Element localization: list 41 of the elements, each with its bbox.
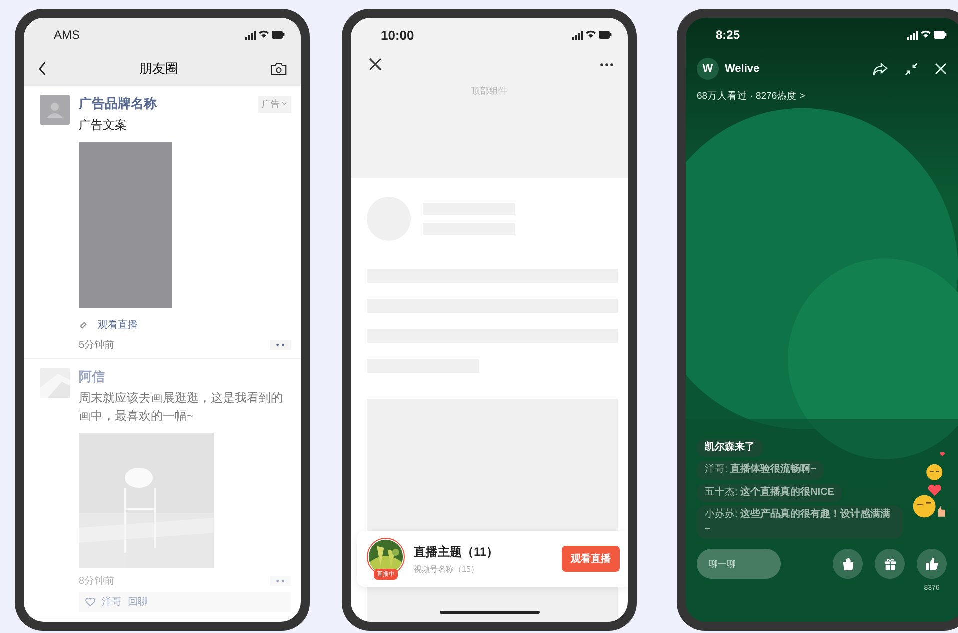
status-time: 10:00 xyxy=(381,28,414,42)
more-button[interactable] xyxy=(270,340,291,350)
watch-live-button[interactable]: 观看直播 xyxy=(562,546,620,572)
carrier-label: AMS xyxy=(54,28,80,42)
chat-message: 小苏苏: 这些产品真的很有趣！设计感满满~ xyxy=(697,506,903,539)
status-icons xyxy=(572,29,612,41)
gift-icon xyxy=(884,558,896,570)
channel-name: 视频号名称（15） xyxy=(414,564,480,574)
status-time: 8:25 xyxy=(716,28,740,42)
chat-message: 洋哥: 直播体验很流畅啊~ xyxy=(697,461,824,480)
bag-icon xyxy=(842,558,854,570)
gift-button[interactable] xyxy=(875,549,905,579)
dots-icon xyxy=(276,343,285,348)
thumbs-up-icon xyxy=(925,557,939,571)
status-icons xyxy=(245,29,285,41)
link-icon xyxy=(79,320,88,330)
post-text: 广告文案 xyxy=(79,117,127,134)
camera-icon[interactable] xyxy=(271,62,287,76)
back-icon[interactable] xyxy=(38,62,47,76)
host-name[interactable]: Welive xyxy=(725,63,760,75)
minimize-icon[interactable] xyxy=(905,62,918,76)
avatar-icon xyxy=(40,95,70,125)
heart-icon xyxy=(85,598,96,607)
status-icons xyxy=(907,29,947,41)
dots-icon xyxy=(276,579,285,584)
chat-message: 五十杰: 这个直播真的很NICE xyxy=(697,484,842,502)
close-icon[interactable] xyxy=(369,58,382,71)
chat-message: 凯尔森来了 xyxy=(697,438,763,457)
live-title: 直播主题（11） xyxy=(414,544,500,560)
post-time: 8分钟前 xyxy=(79,574,115,588)
share-icon[interactable] xyxy=(873,62,888,76)
watch-live-link[interactable]: 观看直播 xyxy=(98,318,138,332)
post-text: 周末就应该去画展逛逛，这是我看到的画中，最喜欢的一幅~ xyxy=(79,390,284,425)
page-title: 朋友圈 xyxy=(140,60,178,78)
more-icon[interactable] xyxy=(600,62,614,66)
like-button[interactable] xyxy=(917,549,947,579)
post-time: 5分钟前 xyxy=(79,338,115,352)
view-stats[interactable]: 68万人看过 · 8276热度 > xyxy=(686,80,958,103)
chevron-icon xyxy=(282,102,287,106)
author-name[interactable]: 广告品牌名称 xyxy=(79,95,157,113)
shop-button[interactable] xyxy=(833,549,863,579)
